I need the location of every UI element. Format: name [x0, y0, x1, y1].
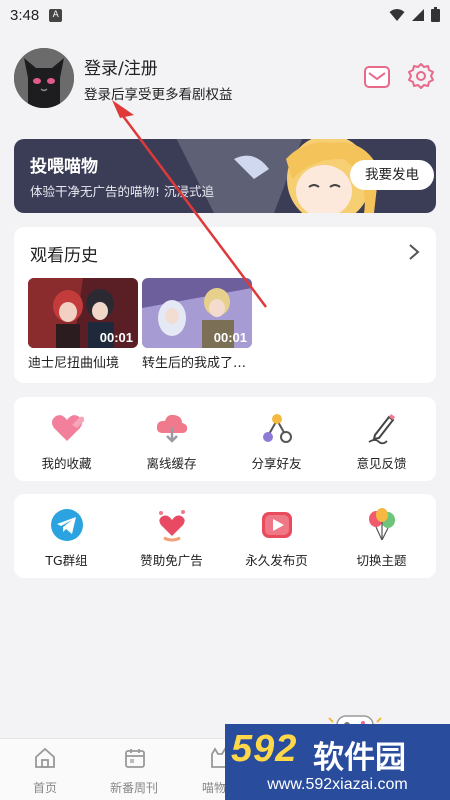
grid-label: 永久发布页	[245, 553, 308, 568]
feedback-pen-icon	[368, 414, 395, 445]
mail-icon[interactable]	[364, 66, 390, 88]
favorites-button[interactable]: 我的收藏	[14, 397, 119, 481]
calendar-icon	[125, 749, 145, 768]
heart-icon	[51, 415, 84, 441]
banner-subtitle: 体验干净无广告的喵物! 沉浸式追	[30, 184, 214, 199]
watermark-url: www.592xiazai.com	[267, 776, 408, 793]
status-icons	[389, 7, 440, 22]
function-grid: TG群组 赞助免广告 永久发布页 切换主题	[14, 494, 436, 578]
cat-avatar-icon	[14, 48, 74, 108]
telegram-icon	[51, 509, 83, 541]
balloons-icon	[369, 508, 395, 541]
offline-cache-button[interactable]: 离线缓存	[119, 397, 224, 481]
status-time: 3:48	[10, 6, 40, 24]
tg-group-button[interactable]: TG群组	[14, 494, 119, 578]
nav-label: 新番周刊	[110, 781, 159, 795]
grid-label: 切换主题	[356, 553, 407, 568]
donate-button[interactable]: 我要发电	[350, 160, 434, 190]
nav-home[interactable]: 首页	[20, 739, 70, 800]
grid-label: 赞助免广告	[140, 553, 203, 568]
play-icon	[262, 512, 292, 538]
chevron-right-icon[interactable]	[408, 243, 420, 261]
grid-label: TG群组	[45, 553, 88, 568]
gear-icon[interactable]	[407, 62, 435, 90]
nav-label: 首页	[33, 781, 58, 795]
watermark-logo: 592	[231, 728, 298, 770]
history-progress-time: 00:01	[99, 330, 133, 345]
share-icon	[263, 414, 292, 443]
battery-icon	[431, 7, 440, 22]
avatar[interactable]	[14, 48, 74, 108]
share-friends-button[interactable]: 分享好友	[224, 397, 329, 481]
history-thumbnail[interactable]: 00:01	[142, 278, 252, 348]
history-progress-time: 00:01	[213, 330, 247, 345]
nav-label: 喵物	[202, 781, 227, 795]
nav-weekly[interactable]: 新番周刊	[105, 739, 165, 800]
grid-label: 分享好友	[251, 456, 302, 471]
profile-header: 登录/注册 登录后享受更多看剧权益	[14, 46, 436, 116]
grid-label: 离线缓存	[146, 456, 197, 471]
feedback-button[interactable]: 意见反馈	[329, 397, 434, 481]
permanent-publish-page-button[interactable]: 永久发布页	[224, 494, 329, 578]
banner-title: 投喂喵物	[30, 157, 98, 177]
status-bar: 3:48 A	[0, 0, 450, 30]
cloud-download-icon	[156, 414, 188, 443]
site-watermark: 592 软件园 www.592xiazai.com	[225, 724, 450, 800]
sponsor-hearts-icon	[159, 510, 185, 542]
history-caption[interactable]: 转生后的我成了…	[142, 352, 246, 371]
history-title: 观看历史	[30, 246, 98, 266]
login-benefit-text: 登录后享受更多看剧权益	[84, 87, 233, 103]
signal-icon	[412, 8, 424, 21]
home-icon	[35, 747, 55, 768]
grid-label: 意见反馈	[356, 456, 407, 471]
switch-theme-button[interactable]: 切换主题	[329, 494, 434, 578]
history-thumbnail[interactable]: 00:01	[28, 278, 138, 348]
login-register-link[interactable]: 登录/注册	[84, 54, 158, 79]
sponsor-no-ads-button[interactable]: 赞助免广告	[119, 494, 224, 578]
wifi-icon	[389, 8, 405, 21]
history-caption[interactable]: 迪士尼扭曲仙境	[28, 352, 119, 371]
watch-history-card: 观看历史 00:01 00:01 迪士尼扭曲仙境 转生后的我成了…	[14, 227, 436, 383]
donate-banner[interactable]: 投喂喵物 体验干净无广告的喵物! 沉浸式追 我要发电	[14, 139, 436, 213]
watermark-text: 软件园	[313, 740, 406, 776]
notification-badge: A	[49, 8, 63, 22]
function-grid: 我的收藏 离线缓存 分享好友 意见反馈	[14, 397, 436, 481]
grid-label: 我的收藏	[41, 456, 92, 471]
